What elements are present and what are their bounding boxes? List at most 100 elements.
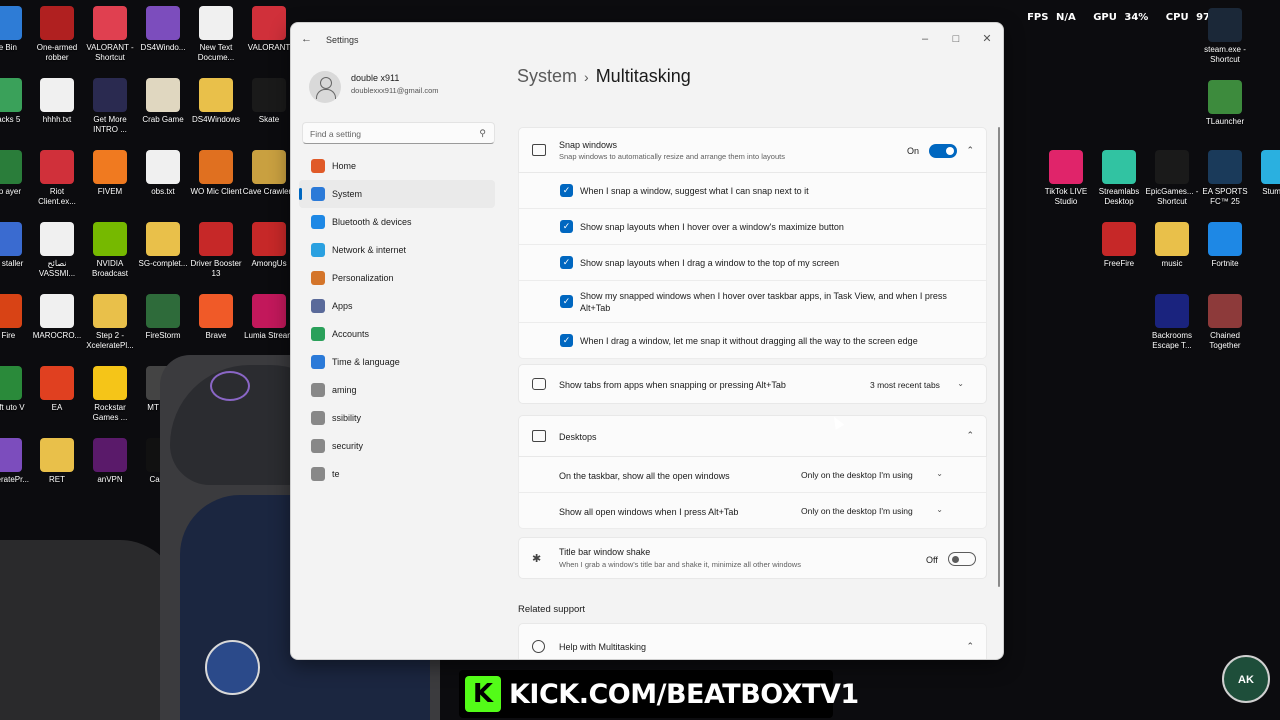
checkbox-checked-icon[interactable]: ✓ <box>560 256 573 269</box>
desktop-icon-label: Fortnite <box>1211 259 1239 268</box>
desktop-icon[interactable]: DS4Windo... <box>136 6 190 53</box>
chevron-up-icon[interactable]: ⌃ <box>966 430 974 441</box>
desktop-icon[interactable]: FireStorm <box>136 294 190 341</box>
desktop-icon[interactable]: e Fire <box>0 294 32 341</box>
checkbox-checked-icon[interactable]: ✓ <box>560 334 573 347</box>
desktop-icon[interactable]: Rockstar Games ... <box>83 366 137 423</box>
desktop-icon[interactable]: New Text Docume... <box>189 6 243 63</box>
desktop-icon[interactable]: Brave <box>189 294 243 341</box>
search-input[interactable]: Find a setting ⚲ <box>302 122 495 144</box>
app-icon <box>0 366 22 400</box>
nav-icon <box>311 187 325 201</box>
sidebar-item-system[interactable]: System <box>299 180 495 208</box>
desktop-icon[interactable]: App ayer <box>0 150 32 197</box>
desktop-icon[interactable]: Theft uto V <box>0 366 32 413</box>
desktop-icon[interactable]: Stum Gu <box>1251 150 1280 197</box>
sidebar-item-time-language[interactable]: Time & language <box>299 348 495 376</box>
user-profile[interactable]: double x911 doublexxx911@gmail.com <box>305 69 495 109</box>
desktop-icon[interactable]: One-armed robber <box>30 6 84 63</box>
desktop-icon[interactable]: hhhh.txt <box>30 78 84 125</box>
checkbox-checked-icon[interactable]: ✓ <box>560 184 573 197</box>
checkbox-checked-icon[interactable]: ✓ <box>560 295 573 308</box>
desktop-icon[interactable]: EpicGames... - Shortcut <box>1145 150 1199 207</box>
snap-windows-card[interactable]: Snap windows Snap windows to automatical… <box>518 127 987 173</box>
desktops-card[interactable]: Desktops ⌃ <box>518 415 987 457</box>
desktop-icon[interactable]: EA SPORTS FC™ 25 <box>1198 150 1252 207</box>
checkbox-checked-icon[interactable]: ✓ <box>560 220 573 233</box>
alttab-windows-dropdown[interactable]: Only on the desktop I'm using ⌄ <box>791 500 951 522</box>
alt-tab-dropdown[interactable]: 3 most recent tabs ⌄ <box>860 374 972 396</box>
desktop-icon-label: DS4Windo... <box>140 43 186 52</box>
breadcrumb-parent[interactable]: System <box>517 66 577 86</box>
sidebar-item-bluetooth-devices[interactable]: Bluetooth & devices <box>299 208 495 236</box>
desktop-icon[interactable]: NVIDIA Broadcast <box>83 222 137 279</box>
sidebar-item-personalization[interactable]: Personalization <box>299 264 495 292</box>
alt-tab-row: Show tabs from apps when snapping or pre… <box>518 364 987 404</box>
close-icon[interactable]: ✕ <box>975 29 999 49</box>
desktop-icon[interactable]: Lumia Stream <box>242 294 296 341</box>
desktop-icon[interactable]: SG-complet... <box>136 222 190 269</box>
desktop-icon[interactable]: steam.exe - Shortcut <box>1198 8 1252 65</box>
desktop-icon[interactable]: Get More INTRO ... <box>83 78 137 135</box>
sidebar-item-te[interactable]: te <box>299 460 495 488</box>
sidebar-item-security[interactable]: security <box>299 432 495 460</box>
sidebar-item-ssibility[interactable]: ssibility <box>299 404 495 432</box>
desktop-icon[interactable]: WO Mic Client <box>189 150 243 197</box>
desktop-icon[interactable]: Backrooms Escape T... <box>1145 294 1199 351</box>
maximize-icon[interactable]: □ <box>944 29 968 49</box>
sidebar-item-home[interactable]: Home <box>299 152 495 180</box>
desktop-icon[interactable]: Crab Game <box>136 78 190 125</box>
shake-toggle[interactable] <box>948 552 976 566</box>
tabs-icon <box>532 378 546 390</box>
sidebar-item-apps[interactable]: Apps <box>299 292 495 320</box>
desktop-icon[interactable]: evo staller <box>0 222 32 269</box>
desktop-icon[interactable]: Streamlabs Desktop <box>1092 150 1146 207</box>
app-icon <box>199 294 233 328</box>
desktop-icon[interactable]: Cave Crawlers <box>242 150 296 197</box>
desktop-icon-label: TikTok LIVE Studio <box>1044 187 1088 206</box>
desktop-icon[interactable]: VALORANT - Shortcut <box>83 6 137 63</box>
sidebar-item-label: security <box>332 441 364 451</box>
taskbar-windows-row: On the taskbar, show all the open window… <box>518 457 987 493</box>
sidebar-item-accounts[interactable]: Accounts <box>299 320 495 348</box>
desktop-icon[interactable]: DS4Windows <box>189 78 243 125</box>
taskbar-windows-dropdown[interactable]: Only on the desktop I'm using ⌄ <box>791 464 951 486</box>
gpu-value: 34% <box>1124 12 1149 23</box>
desktop-icon[interactable]: Riot Client.ex... <box>30 150 84 207</box>
desktop-icon[interactable]: obs.txt <box>136 150 190 197</box>
snap-windows-toggle[interactable] <box>929 144 957 158</box>
sidebar-item-aming[interactable]: aming <box>299 376 495 404</box>
chevron-up-icon[interactable]: ⌃ <box>966 145 974 156</box>
desktop-icon-label: Get More INTRO ... <box>93 115 127 134</box>
desktop-icon-label: Step 2 - XceleratePl... <box>86 331 134 350</box>
desktop-icon[interactable]: RET <box>30 438 84 485</box>
desktop-icon[interactable]: Stacks 5 <box>0 78 32 125</box>
desktop-icon[interactable]: cle Bin <box>0 6 32 53</box>
chevron-up-icon[interactable]: ⌃ <box>966 641 974 652</box>
desktop-icon[interactable]: FIVEM <box>83 150 137 197</box>
sidebar-item-network-internet[interactable]: Network & internet <box>299 236 495 264</box>
desktop-icon[interactable]: TLauncher <box>1198 80 1252 127</box>
desktop-icon[interactable]: VALORANT <box>242 6 296 53</box>
desktop-icon-label: VALORANT - Shortcut <box>86 43 134 62</box>
desktop-icon[interactable]: EA <box>30 366 84 413</box>
desktop-icon[interactable]: anVPN <box>83 438 137 485</box>
desktop-icon[interactable]: Chained Together <box>1198 294 1252 351</box>
back-arrow-icon[interactable]: ← <box>301 33 312 45</box>
desktop-icon[interactable]: Step 2 - XceleratePl... <box>83 294 137 351</box>
scrollbar[interactable] <box>998 127 1000 587</box>
desktop-icon[interactable]: TikTok LIVE Studio <box>1039 150 1093 207</box>
desktop-icon[interactable]: Driver Booster 13 <box>189 222 243 279</box>
desktop-icon[interactable]: Fortnite <box>1198 222 1252 269</box>
desktop-icon[interactable]: نصائح VASSMI... <box>30 222 84 279</box>
desktop-icon[interactable]: Skate <box>242 78 296 125</box>
minimize-icon[interactable]: – <box>913 29 937 49</box>
desktop-icon[interactable]: AmongUs <box>242 222 296 269</box>
desktop-icon[interactable]: XceleratePr... <box>0 438 32 485</box>
desktops-title: Desktops <box>559 432 597 442</box>
desktop-icon[interactable]: FreeFire <box>1092 222 1146 269</box>
help-multitasking-card[interactable]: Help with Multitasking ⌃ <box>518 623 987 659</box>
desktop-icon[interactable]: MAROCRO... <box>30 294 84 341</box>
sidebar-item-label: te <box>332 469 340 479</box>
desktop-icon[interactable]: music <box>1145 222 1199 269</box>
